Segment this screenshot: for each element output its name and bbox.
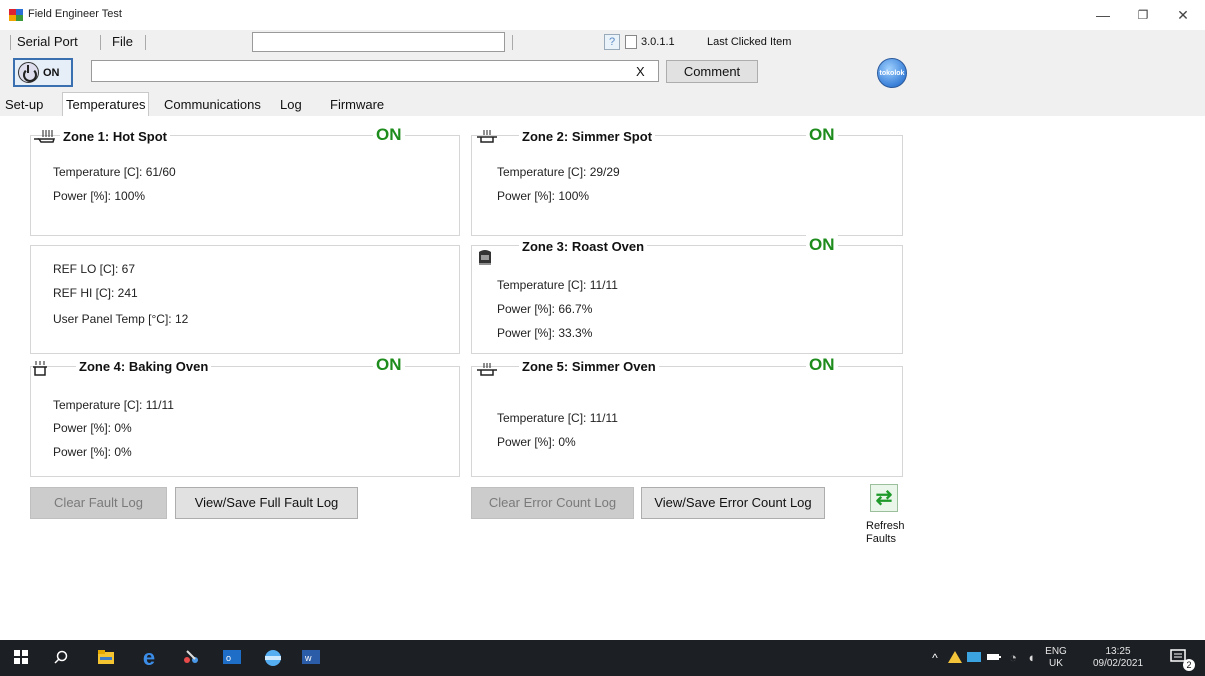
power-toggle-button[interactable]: ON [13, 58, 73, 87]
chevron-up-icon[interactable]: ^ [926, 649, 944, 667]
zone-3-power-2: Power [%]: 33.3% [497, 326, 593, 340]
tab-firmware[interactable]: Firmware [327, 95, 387, 116]
zone-1-status: ON [373, 125, 405, 145]
menu-serial-port[interactable]: Serial Port [17, 34, 78, 49]
tab-log[interactable]: Log [277, 95, 305, 116]
tab-communications[interactable]: Communications [161, 95, 264, 116]
zone-2-status: ON [806, 125, 838, 145]
oven-icon [476, 248, 498, 266]
zone-3-title: Zone 3: Roast Oven [519, 239, 648, 254]
app-icon [9, 9, 23, 21]
zone-5-status: ON [806, 355, 838, 375]
menu-file[interactable]: File [112, 34, 133, 49]
zone-2-title: Zone 2: Simmer Spot [519, 129, 656, 144]
zone-1-power: Power [%]: 100% [53, 189, 146, 203]
minimize-button[interactable]: — [1083, 4, 1123, 26]
menu-divider [100, 35, 101, 50]
version-label: 3.0.1.1 [641, 36, 675, 48]
svg-text:w: w [304, 653, 312, 663]
tab-temperatures[interactable]: Temperatures [62, 92, 150, 116]
zone-1-temperature: Temperature [C]: 61/60 [53, 165, 176, 179]
command-input[interactable] [91, 60, 659, 82]
tab-set-up[interactable]: Set-up [2, 95, 46, 116]
zone-2-group [471, 135, 903, 236]
window-title: Field Engineer Test [28, 8, 122, 20]
pot-icon [476, 126, 498, 144]
pot-icon [476, 359, 498, 377]
zone-5-title: Zone 5: Simmer Oven [519, 359, 659, 374]
input-language[interactable]: ENG UK [1044, 646, 1068, 670]
word-icon[interactable]: w [302, 649, 320, 667]
outlook-icon[interactable]: o [223, 649, 241, 667]
field-engineer-app-icon[interactable] [258, 649, 288, 667]
menu-divider [10, 35, 11, 50]
refresh-label-line-1: Refresh [866, 520, 905, 532]
power-icon [18, 62, 39, 83]
notification-count-badge: 2 [1183, 659, 1195, 671]
ref-hi-value: REF HI [C]: 241 [53, 286, 138, 300]
wifi-icon[interactable]: ◔ [1004, 649, 1022, 667]
windows-start-icon[interactable] [12, 649, 30, 667]
close-button[interactable]: ✕ [1163, 4, 1203, 26]
refresh-icon[interactable]: ⇄ [870, 484, 898, 512]
zone-4-power-1: Power [%]: 0% [53, 421, 132, 435]
refresh-label-line-2: Faults [866, 533, 896, 545]
zone-1-title: Zone 1: Hot Spot [60, 129, 170, 144]
tray-app-icon[interactable] [965, 649, 983, 667]
clear-command-button[interactable]: X [636, 64, 645, 79]
refresh-faults-label[interactable]: Refresh Faults [866, 520, 916, 546]
zone-2-temperature: Temperature [C]: 29/29 [497, 165, 620, 179]
zone-4-temperature: Temperature [C]: 11/11 [53, 398, 174, 412]
zone-5-temperature: Temperature [C]: 11/11 [497, 411, 618, 425]
menu-divider [512, 35, 513, 50]
clock-time: 13:25 [1105, 646, 1131, 657]
power-state-label: ON [43, 66, 60, 79]
network-warning-icon[interactable] [946, 649, 964, 667]
search-icon[interactable] [52, 649, 70, 667]
clear-error-count-log-button[interactable]: Clear Error Count Log [471, 487, 634, 519]
volume-icon[interactable]: ◖ [1022, 649, 1040, 667]
zone-2-power: Power [%]: 100% [497, 189, 590, 203]
zone-3-power-1: Power [%]: 66.7% [497, 302, 593, 316]
clock[interactable]: 13:25 09/02/2021 [1090, 646, 1146, 670]
zone-3-status: ON [806, 235, 838, 255]
path-input[interactable] [252, 32, 505, 52]
clear-fault-log-button[interactable]: Clear Fault Log [30, 487, 167, 519]
zone-3-temperature: Temperature [C]: 11/11 [497, 278, 618, 292]
clock-date: 09/02/2021 [1092, 658, 1144, 669]
zone-1-group [30, 135, 460, 236]
zone-4-title: Zone 4: Baking Oven [76, 359, 212, 374]
menu-bar: Serial Port File [0, 30, 1205, 54]
zone-4-status: ON [373, 355, 405, 375]
menu-divider [145, 35, 146, 50]
last-clicked-label: Last Clicked Item [707, 36, 792, 48]
region-code: UK [1049, 658, 1063, 669]
comment-button[interactable]: Comment [666, 60, 758, 83]
file-explorer-icon[interactable] [97, 649, 115, 667]
version-file-icon [625, 35, 637, 49]
zone-5-power: Power [%]: 0% [497, 435, 576, 449]
pan-icon [33, 126, 56, 144]
oven-icon [32, 359, 54, 377]
battery-icon[interactable] [985, 649, 1003, 667]
restore-button[interactable]: ❐ [1123, 4, 1163, 26]
svg-text:o: o [226, 653, 231, 663]
language-code: ENG [1045, 646, 1067, 657]
tab-strip: Set-up Temperatures Communications Log F… [0, 92, 1205, 116]
user-panel-temp: User Panel Temp [°C]: 12 [53, 312, 189, 326]
help-icon[interactable]: ? [604, 34, 620, 50]
view-save-error-count-log-button[interactable]: View/Save Error Count Log [641, 487, 825, 519]
title-bar: Field Engineer Test — ❐ ✕ [0, 0, 1205, 30]
zone-4-power-2: Power [%]: 0% [53, 445, 132, 459]
windows-taskbar: e o w ^ ◔ ◖ ENG UK 13:25 09/02/2021 2 [0, 640, 1205, 676]
snipping-tool-icon[interactable] [182, 649, 200, 667]
ref-lo-value: REF LO [C]: 67 [53, 262, 136, 276]
brand-logo: tokolok [877, 58, 907, 88]
edge-icon[interactable]: e [140, 647, 158, 669]
view-save-fault-log-button[interactable]: View/Save Full Fault Log [175, 487, 358, 519]
